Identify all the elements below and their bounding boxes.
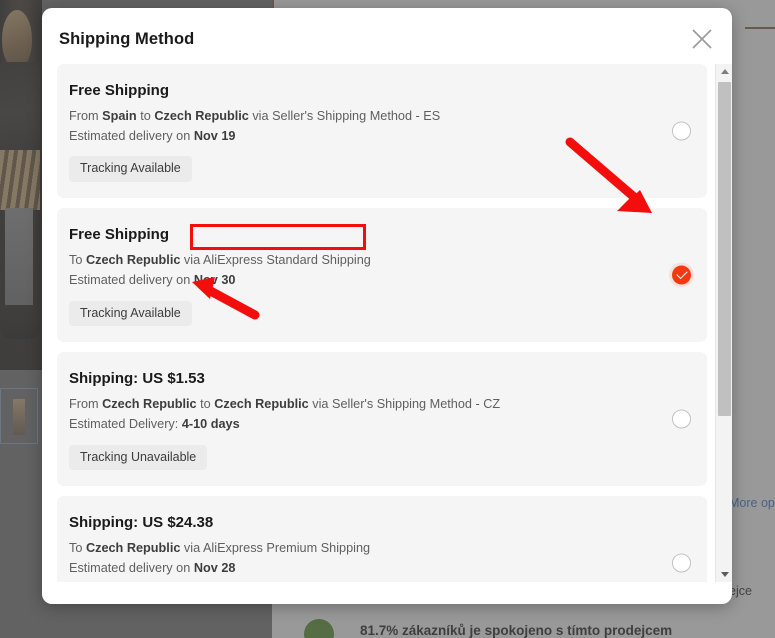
shipping-option-card[interactable]: Shipping: US $1.53 From Czech Republic to…: [57, 352, 707, 487]
modal-header: Shipping Method: [42, 8, 732, 64]
modal-scrollbar[interactable]: [715, 64, 732, 582]
shipping-option-title: Free Shipping: [69, 82, 170, 99]
route-prefix: To: [69, 541, 86, 556]
shipping-option-route: To Czech Republic via AliExpress Standar…: [69, 251, 689, 271]
eta-prefix: Estimated Delivery:: [69, 416, 182, 431]
route-destination: Czech Republic: [85, 541, 181, 556]
shipping-option-card[interactable]: Free Shipping To Czech Republic via AliEx…: [57, 208, 707, 343]
screenshot-root: More op ejce 81.7% zákazníků je spokojen…: [0, 0, 775, 638]
eta-value: Nov 30: [193, 272, 236, 287]
page-title: Shipping Method: [59, 30, 195, 48]
shipping-option-route: From Spain to Czech Republic via Seller'…: [69, 107, 689, 127]
chevron-up-icon: [720, 69, 729, 74]
radio-unselected[interactable]: [672, 409, 691, 429]
shipping-option-title: Free Shipping: [69, 226, 170, 244]
route-prefix: From: [69, 109, 103, 123]
shipping-option-title: Shipping: US $24.38: [69, 514, 214, 532]
shipping-method-modal: Shipping Method Free Shipping From Spain …: [42, 8, 732, 604]
close-icon[interactable]: [687, 24, 717, 54]
route-destination: Czech Republic: [214, 397, 309, 412]
shipping-option-eta: Estimated delivery on Nov 19: [69, 127, 689, 147]
shipping-option-eta: Estimated Delivery: 4-10 days: [69, 415, 689, 435]
shipping-options-scroll-area[interactable]: Free Shipping From Spain to Czech Republi…: [42, 64, 732, 582]
shipping-option-route: To Czech Republic via AliExpress Premium…: [69, 539, 689, 559]
route-destination: Czech Republic: [154, 109, 249, 123]
tracking-status-badge: Tracking Available: [69, 300, 192, 327]
scroll-down-button[interactable]: [716, 567, 732, 582]
eta-value: 4-10 days: [181, 416, 240, 431]
shipping-option-eta: Estimated delivery on Nov 28: [69, 559, 689, 579]
route-via: via Seller's Shipping Method - ES: [248, 109, 441, 123]
eta-value: Nov 28: [193, 561, 236, 576]
radio-unselected[interactable]: [672, 121, 691, 141]
route-destination: Czech Republic: [85, 253, 181, 268]
tracking-status-badge: Tracking Unavailable: [69, 444, 208, 471]
shipping-option-card[interactable]: Free Shipping From Spain to Czech Republi…: [57, 64, 707, 199]
shipping-option-card[interactable]: Shipping: US $24.38 To Czech Republic via…: [57, 496, 707, 582]
eta-prefix: Estimated delivery on: [69, 561, 194, 576]
route-origin: Spain: [102, 109, 137, 123]
radio-selected[interactable]: [672, 265, 691, 285]
route-mid: to: [136, 109, 155, 123]
tracking-status-badge: Tracking Available: [69, 156, 192, 183]
shipping-option-route: From Czech Republic to Czech Republic vi…: [69, 395, 689, 415]
route-via: via Seller's Shipping Method - CZ: [308, 397, 501, 412]
eta-prefix: Estimated delivery on: [69, 272, 194, 287]
route-prefix: From: [69, 397, 103, 412]
route-origin: Czech Republic: [102, 397, 197, 412]
radio-unselected[interactable]: [672, 553, 691, 573]
route-via: via AliExpress Standard Shipping: [180, 253, 371, 268]
shipping-option-title: Shipping: US $1.53: [69, 370, 205, 388]
eta-prefix: Estimated delivery on: [69, 128, 194, 143]
shipping-option-eta: Estimated delivery on Nov 30: [69, 271, 689, 291]
route-prefix: To: [69, 253, 86, 268]
shipping-options-list: Free Shipping From Spain to Czech Republi…: [57, 64, 707, 582]
chevron-down-icon: [720, 572, 729, 577]
route-via: via AliExpress Premium Shipping: [180, 541, 371, 556]
scrollbar-thumb[interactable]: [718, 82, 731, 416]
scroll-up-button[interactable]: [716, 64, 732, 79]
eta-value: Nov 19: [193, 128, 236, 143]
route-mid: to: [196, 397, 215, 412]
